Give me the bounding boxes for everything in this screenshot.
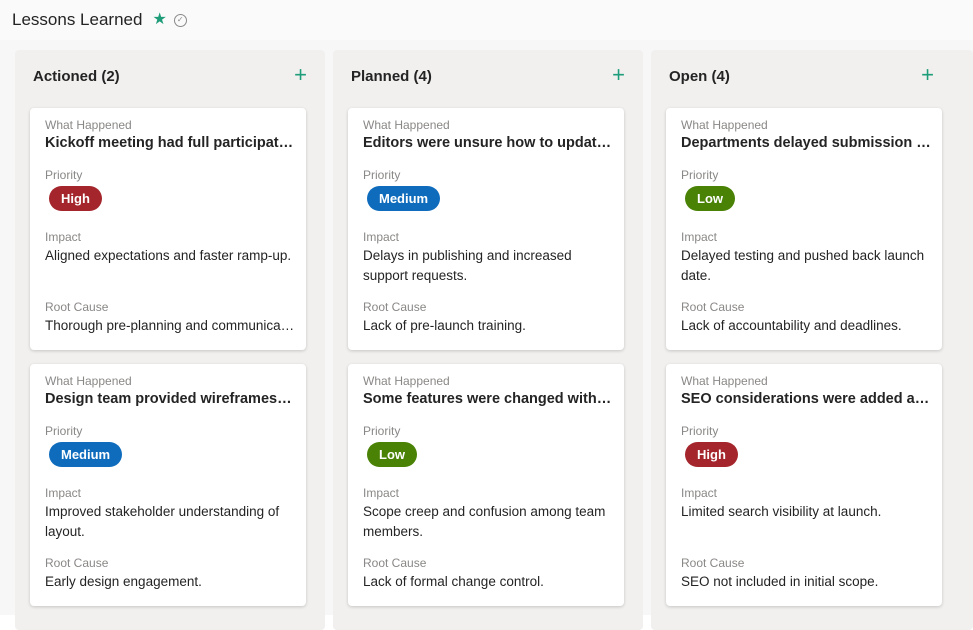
column-actioned: Actioned (2) + What Happened Kickoff mee… (15, 50, 325, 630)
root-cause-value: Early design engagement. (45, 574, 202, 589)
add-item-button[interactable]: + (921, 64, 934, 86)
what-happened-label: What Happened (681, 118, 768, 132)
priority-label: Priority (681, 424, 719, 438)
priority-badge: Medium (49, 442, 123, 467)
impact-label: Impact (363, 486, 400, 500)
card-title[interactable]: Editors were unsure how to update conten… (363, 135, 613, 151)
what-happened-label: What Happened (363, 374, 450, 388)
priority-badge: High (685, 442, 738, 467)
impact-value: Improved stakeholder understanding of la… (45, 504, 280, 539)
lesson-card[interactable]: What Happened Departments delayed submis… (666, 108, 942, 350)
priority-label: Priority (45, 424, 83, 438)
impact-label: Impact (681, 486, 718, 500)
impact-value: Scope creep and confusion among team mem… (363, 504, 606, 539)
root-cause-label: Root Cause (363, 556, 427, 570)
impact-value: Delayed testing and pushed back launch d… (681, 248, 925, 283)
column-header: Planned (4) (351, 68, 432, 85)
favorite-star-icon[interactable]: ★ (152, 12, 166, 28)
lesson-card[interactable]: What Happened Some features were changed… (348, 364, 624, 606)
column-count: (2) (101, 68, 120, 85)
priority-badge: Low (367, 442, 417, 467)
what-happened-label: What Happened (681, 374, 768, 388)
lesson-card[interactable]: What Happened Editors were unsure how to… (348, 108, 624, 350)
root-cause-label: Root Cause (363, 300, 427, 314)
add-item-button[interactable]: + (294, 64, 307, 86)
priority-label: Priority (45, 168, 83, 182)
card-title[interactable]: Design team provided wireframes early (45, 391, 295, 407)
root-cause-value: Thorough pre-planning and communication (45, 318, 297, 333)
column-title: Open (669, 68, 708, 85)
root-cause-value: Lack of formal change control. (363, 574, 544, 589)
card-title[interactable]: Some features were changed without notic… (363, 391, 613, 407)
root-cause-label: Root Cause (45, 556, 109, 570)
card-title[interactable]: Departments delayed submission of conten… (681, 135, 931, 151)
root-cause-value: SEO not included in initial scope. (681, 574, 879, 589)
impact-value: Delays in publishing and increased suppo… (363, 248, 572, 283)
lesson-card[interactable]: What Happened Kickoff meeting had full p… (30, 108, 306, 350)
what-happened-label: What Happened (45, 118, 132, 132)
column-count: (4) (413, 68, 432, 85)
root-cause-label: Root Cause (681, 300, 745, 314)
lesson-card[interactable]: What Happened Design team provided wiref… (30, 364, 306, 606)
priority-badge: Low (685, 186, 735, 211)
kanban-board: Actioned (2) + What Happened Kickoff mee… (0, 40, 973, 630)
column-open: Open (4) + What Happened Departments del… (651, 50, 973, 630)
priority-badge: Medium (367, 186, 441, 211)
card-title[interactable]: SEO considerations were added after laun… (681, 391, 931, 407)
root-cause-value: Lack of pre-launch training. (363, 318, 526, 333)
column-count: (4) (711, 68, 730, 85)
column-title: Planned (351, 68, 410, 85)
impact-label: Impact (363, 230, 400, 244)
lesson-card[interactable]: What Happened SEO considerations were ad… (666, 364, 942, 606)
page-title: Lessons Learned (12, 10, 143, 29)
impact-value: Aligned expectations and faster ramp-up. (45, 248, 292, 263)
impact-value: Limited search visibility at launch. (681, 504, 882, 519)
priority-label: Priority (681, 168, 719, 182)
root-cause-label: Root Cause (681, 556, 745, 570)
root-cause-value: Lack of accountability and deadlines. (681, 318, 902, 333)
impact-label: Impact (681, 230, 718, 244)
priority-badge: High (49, 186, 102, 211)
priority-label: Priority (363, 424, 401, 438)
column-title: Actioned (33, 68, 98, 85)
what-happened-label: What Happened (363, 118, 450, 132)
impact-label: Impact (45, 486, 82, 500)
check-circle-icon[interactable]: ✓ (173, 13, 187, 27)
column-header: Open (4) (669, 68, 730, 85)
column-planned: Planned (4) + What Happened Editors were… (333, 50, 643, 630)
what-happened-label: What Happened (45, 374, 132, 388)
page-header: Lessons Learned ★ ✓ (0, 0, 973, 40)
priority-label: Priority (363, 168, 401, 182)
root-cause-label: Root Cause (45, 300, 109, 314)
add-item-button[interactable]: + (612, 64, 625, 86)
impact-label: Impact (45, 230, 82, 244)
column-header: Actioned (2) (33, 68, 120, 85)
card-title[interactable]: Kickoff meeting had full participation (45, 135, 295, 151)
